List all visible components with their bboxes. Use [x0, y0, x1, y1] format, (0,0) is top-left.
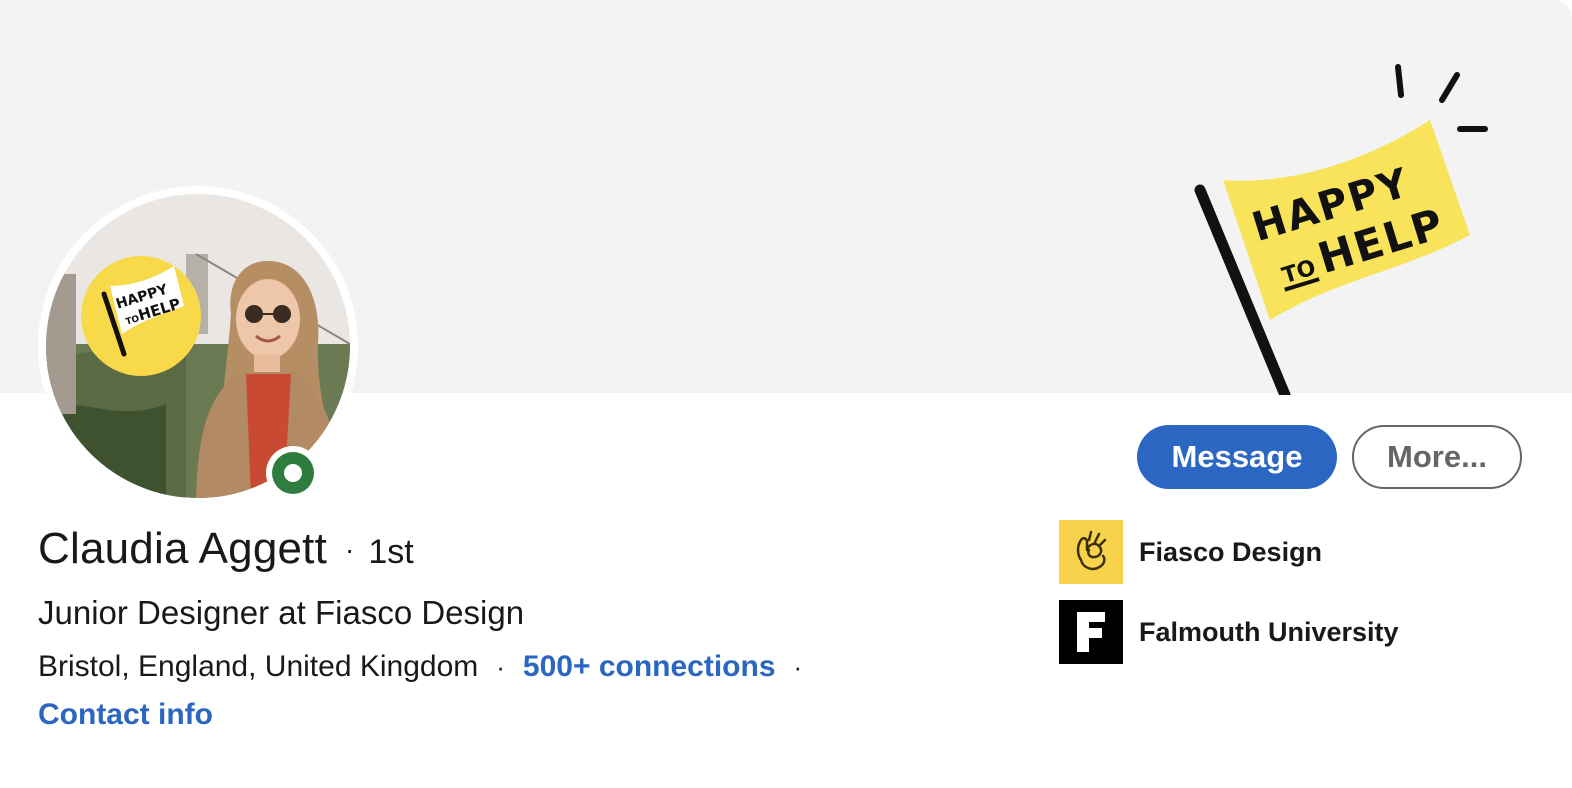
online-status-indicator — [266, 446, 320, 500]
ok-hand-icon — [1059, 520, 1123, 584]
name-row: Claudia Aggett · 1st — [38, 524, 414, 574]
profile-name: Claudia Aggett — [38, 524, 328, 573]
profile-headline: Junior Designer at Fiasco Design — [38, 594, 525, 631]
connections-link[interactable]: 500+ connections — [523, 650, 776, 684]
org-name: Falmouth University — [1139, 616, 1399, 647]
org-item-falmouth-university[interactable]: Falmouth University — [1059, 600, 1399, 664]
happy-to-help-flag-icon: HAPPY TO HELP — [1194, 64, 1488, 395]
contact-info-link[interactable]: Contact info — [38, 698, 213, 732]
org-item-fiasco-design[interactable]: Fiasco Design — [1059, 520, 1322, 584]
meta-separator-2: · — [793, 651, 803, 682]
connection-degree: 1st — [368, 533, 414, 571]
profile-card: HAPPY TO HELP HAPPY TO HELP Claudia Agge… — [0, 0, 1572, 788]
message-button[interactable]: Message — [1137, 425, 1337, 489]
profile-location: Bristol, England, United Kingdom — [38, 650, 479, 683]
location-row: Bristol, England, United Kingdom · 500+ … — [38, 650, 820, 684]
meta-separator: · — [496, 651, 505, 682]
online-dot-icon — [272, 452, 314, 494]
more-button[interactable]: More... — [1352, 425, 1522, 489]
letter-f-icon — [1059, 600, 1123, 664]
degree-separator: · — [345, 534, 355, 565]
org-name: Fiasco Design — [1139, 536, 1323, 567]
